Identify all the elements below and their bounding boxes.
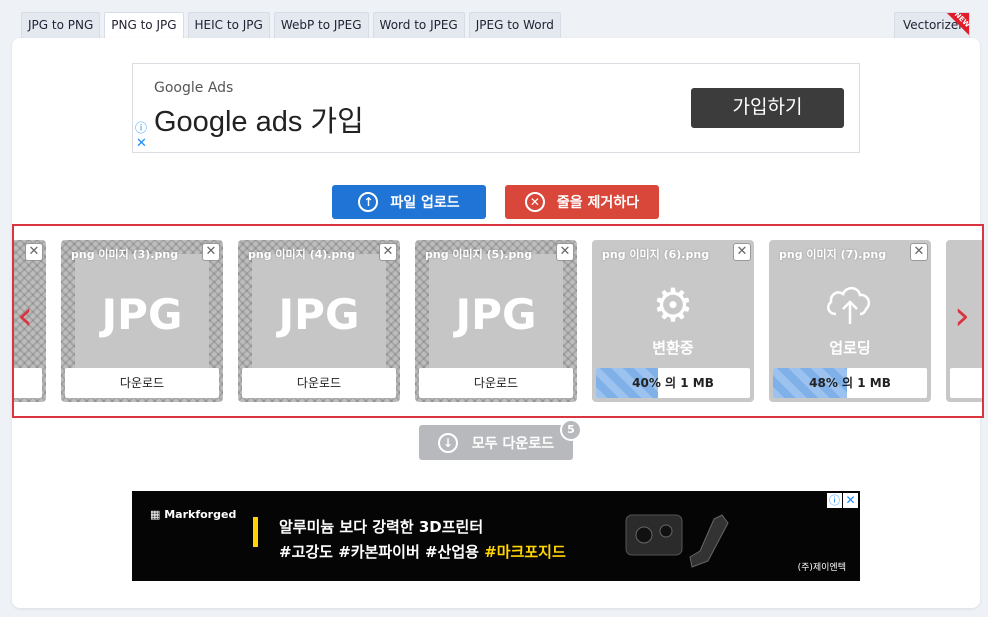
- remove-file-icon[interactable]: ✕: [379, 243, 397, 261]
- ad-close-icon[interactable]: ✕: [136, 137, 147, 150]
- tab-webp-to-jpeg[interactable]: WebP to JPEG: [273, 12, 369, 38]
- tab-word-to-jpeg[interactable]: Word to JPEG: [372, 12, 465, 38]
- remove-file-icon[interactable]: ✕: [733, 243, 751, 261]
- carousel-prev-icon[interactable]: ‹: [17, 296, 33, 336]
- card-footer: [950, 368, 982, 398]
- tab-jpeg-to-word[interactable]: JPEG to Word: [468, 12, 561, 38]
- file-name: png 이미지 (6).png: [602, 248, 710, 261]
- remove-file-icon[interactable]: ✕: [910, 243, 928, 261]
- progress-text: 40% 의 1 MB: [632, 376, 714, 390]
- carousel-next-icon[interactable]: ›: [954, 296, 970, 336]
- cloud-upload-icon: [769, 278, 931, 339]
- tab-vectorizer[interactable]: Vectorizer NEW: [894, 12, 970, 38]
- result-format-label: JPG: [101, 290, 183, 339]
- file-name: png 이미지 (5).png: [425, 248, 533, 261]
- ad-tagline: #고강도 #카본파이버 #산업용 #마크포지드: [279, 541, 566, 562]
- gear-icon: ⚙: [652, 278, 694, 332]
- card-footer: [14, 368, 42, 398]
- progress-bar: 48% 의 1 MB: [773, 368, 927, 398]
- ad-close-icon[interactable]: ✕: [843, 493, 858, 508]
- uploading-status: 업로딩: [829, 339, 871, 357]
- download-all-button[interactable]: ↓ 모두 다운로드: [419, 425, 573, 460]
- clear-queue-button[interactable]: ✕ 줄을 제거하다: [505, 185, 659, 219]
- file-card: png 이미지 (3).png ✕ JPG 다운로드: [61, 240, 223, 402]
- markforged-logo-icon: ▦: [150, 508, 165, 521]
- ad-headline: 알루미늄 보다 강력한 3D프린터: [279, 518, 484, 536]
- ad-cta-button[interactable]: 가입하기: [691, 88, 844, 128]
- file-name: png 이미지 (4).png: [248, 248, 356, 261]
- printed-part-image: [625, 514, 729, 568]
- progress-bar: 40% 의 1 MB: [596, 368, 750, 398]
- file-count-badge: 5: [560, 419, 582, 441]
- remove-file-icon[interactable]: ✕: [202, 243, 220, 261]
- tab-png-to-jpg[interactable]: PNG to JPG: [104, 12, 184, 39]
- download-button[interactable]: 다운로드: [419, 368, 573, 398]
- file-card: png 이미지 (5).png ✕ JPG 다운로드: [415, 240, 577, 402]
- file-name: png 이미지 (7).png: [779, 248, 887, 261]
- converting-status: 변환중: [652, 339, 694, 357]
- result-format-label: JPG: [455, 290, 537, 339]
- google-ads-banner[interactable]: Google Ads Google ads 가입 가입하기 ⓘ ✕: [132, 63, 860, 153]
- converter-tabs: JPG to PNG PNG to JPG HEIC to JPG WebP t…: [21, 12, 561, 39]
- arrow-down-icon: ↓: [437, 432, 458, 453]
- upload-files-button[interactable]: ↑ 파일 업로드: [332, 185, 486, 219]
- tab-heic-to-jpg[interactable]: HEIC to JPG: [187, 12, 270, 38]
- ad-tagline-text: #고강도 #카본파이버 #산업용: [279, 543, 485, 561]
- file-card: png 이미지 (7).png ✕ 업로딩 48% 의 1 MB: [769, 240, 931, 402]
- markforged-ad-banner[interactable]: ▦ Markforged 알루미늄 보다 강력한 3D프린터 #고강도 #카본파…: [132, 491, 860, 581]
- file-card: png 이미지 (4).png ✕ JPG 다운로드: [238, 240, 400, 402]
- ad-info-icon[interactable]: ⓘ: [135, 122, 147, 134]
- result-format-label: JPG: [278, 290, 360, 339]
- ad-company: (주)제이엔텍: [797, 563, 846, 573]
- ad-title: Google ads 가입: [154, 106, 364, 138]
- tab-jpg-to-png[interactable]: JPG to PNG: [21, 12, 101, 38]
- arrow-up-icon: ↑: [358, 192, 379, 212]
- ad-brand: Google Ads: [154, 80, 234, 96]
- progress-text: 48% 의 1 MB: [809, 376, 891, 390]
- ad-tagline-highlight: #마크포지드: [484, 543, 566, 561]
- ad-info-icon[interactable]: ⓘ: [827, 493, 842, 508]
- file-carousel: ‹ › ✕ png 이미지 (3).png ✕ JPG 다운로드 png 이미지…: [12, 224, 984, 418]
- download-button[interactable]: 다운로드: [65, 368, 219, 398]
- file-card: png 이미지 (6).png ✕ ⚙ 변환중 40% 의 1 MB: [592, 240, 754, 402]
- upload-files-label: 파일 업로드: [390, 195, 460, 211]
- remove-file-icon[interactable]: ✕: [556, 243, 574, 261]
- file-name: png 이미지 (3).png: [71, 248, 179, 261]
- download-button[interactable]: 다운로드: [242, 368, 396, 398]
- ad-brand: ▦ Markforged: [150, 508, 236, 521]
- download-all-label: 모두 다운로드: [471, 435, 555, 452]
- remove-file-icon[interactable]: ✕: [25, 243, 43, 261]
- close-circle-icon: ✕: [524, 192, 545, 212]
- clear-queue-label: 줄을 제거하다: [556, 195, 640, 211]
- ad-accent-bar: [253, 517, 258, 547]
- ad-brand-text: Markforged: [164, 508, 237, 521]
